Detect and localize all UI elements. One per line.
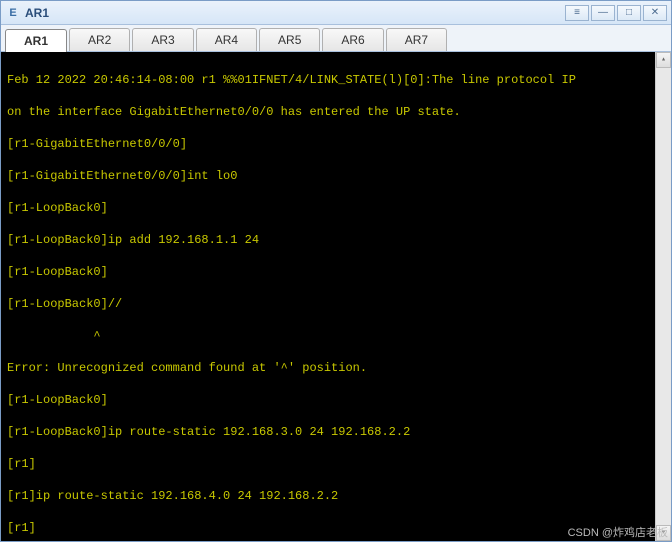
window-title: AR1 bbox=[25, 6, 565, 20]
terminal-line: [r1]ip route-static 192.168.4.0 24 192.1… bbox=[7, 488, 665, 504]
options-button[interactable]: ≡ bbox=[565, 5, 589, 21]
tabs-row: AR1 AR2 AR3 AR4 AR5 AR6 AR7 bbox=[1, 25, 671, 52]
terminal-line: [r1-LoopBack0]ip add 192.168.1.1 24 bbox=[7, 232, 665, 248]
titlebar[interactable]: E AR1 ≡ — □ ✕ bbox=[1, 1, 671, 25]
tab-ar1[interactable]: AR1 bbox=[5, 29, 67, 52]
terminal-line: Feb 12 2022 20:46:14-08:00 r1 %%01IFNET/… bbox=[7, 72, 665, 88]
terminal-line: [r1-LoopBack0] bbox=[7, 264, 665, 280]
menu-icon: ≡ bbox=[574, 7, 580, 18]
terminal-line: on the interface GigabitEthernet0/0/0 ha… bbox=[7, 104, 665, 120]
tab-ar6[interactable]: AR6 bbox=[322, 28, 383, 51]
close-button[interactable]: ✕ bbox=[643, 5, 667, 21]
scroll-track[interactable] bbox=[656, 68, 671, 525]
tab-ar5[interactable]: AR5 bbox=[259, 28, 320, 51]
terminal-line: ^ bbox=[7, 328, 665, 344]
scroll-up-button[interactable]: ▴ bbox=[656, 52, 671, 68]
terminal-line: [r1] bbox=[7, 456, 665, 472]
chevron-up-icon: ▴ bbox=[661, 52, 666, 68]
terminal-line: Error: Unrecognized command found at '^'… bbox=[7, 360, 665, 376]
watermark: CSDN @炸鸡店老板 bbox=[568, 524, 668, 540]
app-icon: E bbox=[5, 5, 21, 21]
terminal-line: [r1-LoopBack0] bbox=[7, 200, 665, 216]
tab-ar2[interactable]: AR2 bbox=[69, 28, 130, 51]
terminal-line: [r1-LoopBack0]// bbox=[7, 296, 665, 312]
terminal-line: [r1-LoopBack0]ip route-static 192.168.3.… bbox=[7, 424, 665, 440]
tab-ar7[interactable]: AR7 bbox=[386, 28, 447, 51]
maximize-icon: □ bbox=[626, 7, 632, 18]
tab-ar4[interactable]: AR4 bbox=[196, 28, 257, 51]
minimize-button[interactable]: — bbox=[591, 5, 615, 21]
terminal-line: [r1-GigabitEthernet0/0/0]int lo0 bbox=[7, 168, 665, 184]
terminal[interactable]: Feb 12 2022 20:46:14-08:00 r1 %%01IFNET/… bbox=[1, 52, 671, 541]
minimize-icon: — bbox=[598, 7, 608, 18]
maximize-button[interactable]: □ bbox=[617, 5, 641, 21]
terminal-line: [r1] bbox=[7, 520, 665, 536]
terminal-line: [r1-GigabitEthernet0/0/0] bbox=[7, 136, 665, 152]
tab-ar3[interactable]: AR3 bbox=[132, 28, 193, 51]
close-icon: ✕ bbox=[651, 7, 659, 18]
app-window: E AR1 ≡ — □ ✕ AR1 AR2 AR3 AR4 AR5 AR6 AR… bbox=[0, 0, 672, 542]
window-controls: ≡ — □ ✕ bbox=[565, 5, 667, 21]
terminal-line: [r1-LoopBack0] bbox=[7, 392, 665, 408]
scrollbar[interactable]: ▴ ▾ bbox=[655, 52, 671, 541]
